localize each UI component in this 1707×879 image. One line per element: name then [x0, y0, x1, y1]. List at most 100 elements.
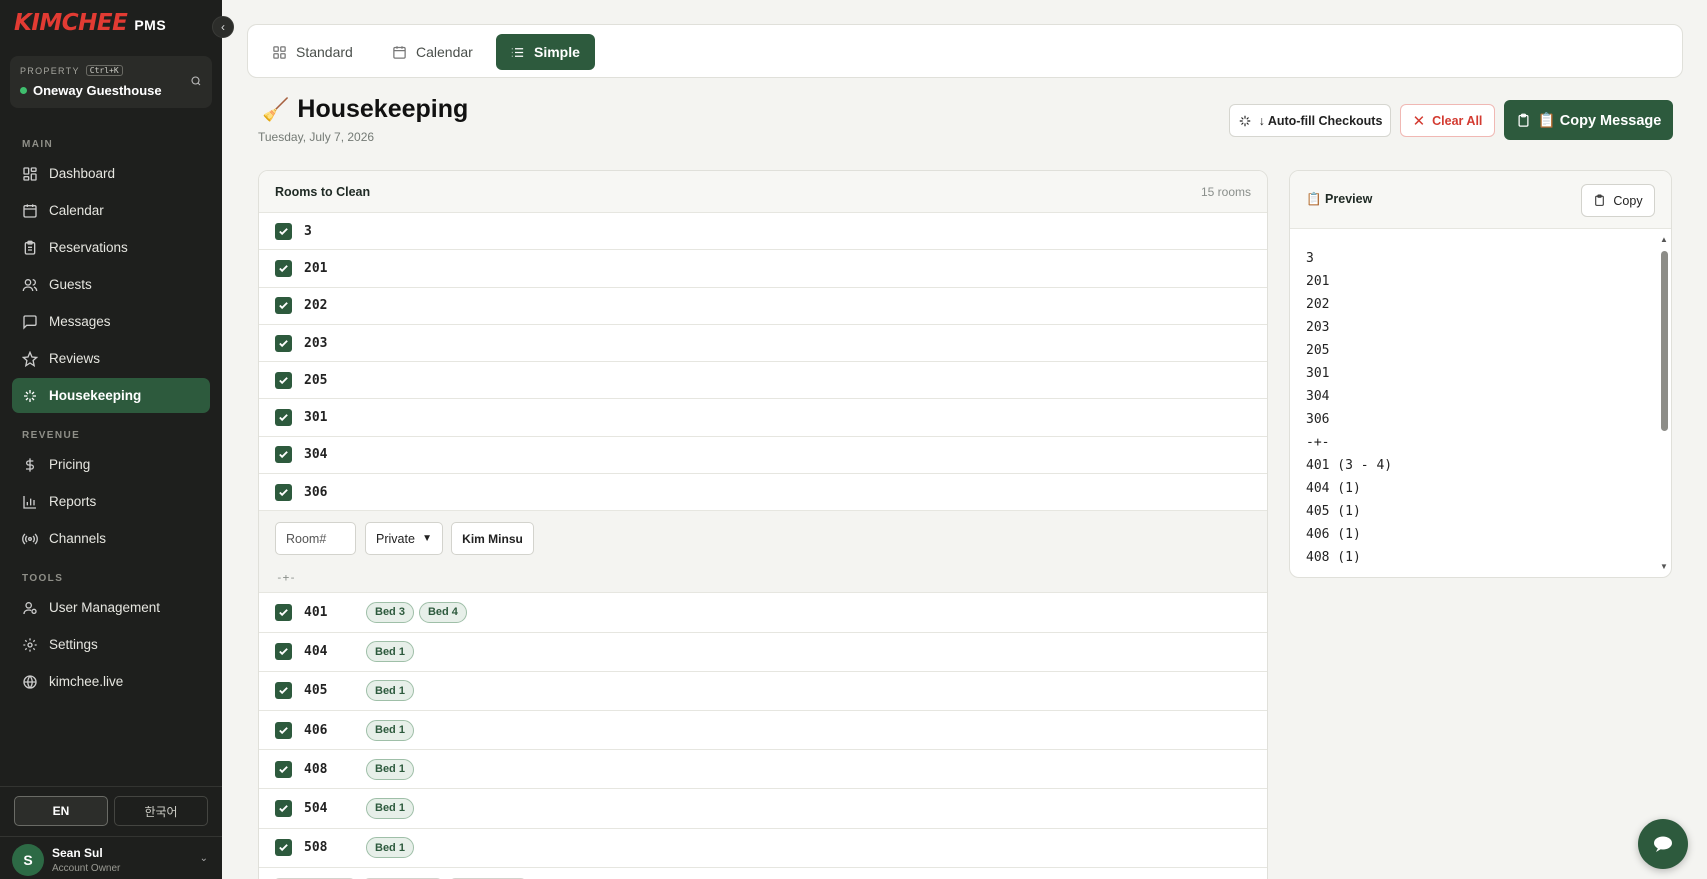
sidebar-item-reports[interactable]: Reports — [12, 484, 210, 519]
room-checkbox[interactable] — [275, 682, 292, 700]
bed-tag[interactable]: Bed 1 — [366, 719, 414, 741]
room-checkbox[interactable] — [275, 446, 292, 464]
room-checkbox[interactable] — [275, 760, 292, 778]
room-checkbox[interactable] — [275, 371, 292, 389]
bed-tag[interactable]: Bed 1 — [366, 641, 414, 663]
search-icon[interactable] — [190, 75, 202, 87]
sidebar-item-label: Dashboard — [49, 166, 116, 181]
sidebar-item-messages[interactable]: Messages — [12, 304, 210, 339]
add-room-row: Room# Private ▼ Kim Minsu -+- — [259, 511, 1267, 594]
sidebar-item-label: Reports — [49, 494, 97, 509]
scroll-up-icon[interactable]: ▲ — [1660, 235, 1668, 244]
sidebar-item-pricing[interactable]: Pricing — [12, 447, 210, 482]
chat-icon — [1654, 836, 1672, 852]
sidebar-item-dashboard[interactable]: Dashboard — [12, 156, 210, 191]
room-checkbox[interactable] — [275, 799, 292, 817]
sidebar-item-settings[interactable]: Settings — [12, 627, 210, 662]
room-row[interactable]: 202 — [259, 288, 1267, 325]
property-switcher[interactable]: PROPERTY Ctrl+K Oneway Guesthouse — [10, 56, 212, 108]
tab-standard[interactable]: Standard — [258, 34, 367, 70]
room-checkbox[interactable] — [275, 643, 292, 661]
preview-scrollbar[interactable]: ▲ ▼ — [1659, 235, 1669, 571]
room-checkbox[interactable] — [275, 297, 292, 315]
nav-section-tools: TOOLS — [22, 573, 64, 584]
room-number: 404 — [304, 644, 328, 660]
property-name-row: Oneway Guesthouse — [20, 83, 162, 98]
room-checkbox[interactable] — [275, 483, 292, 501]
room-checkbox[interactable] — [275, 259, 292, 277]
tab-calendar[interactable]: Calendar — [378, 34, 487, 70]
checkmark-icon — [279, 805, 288, 812]
checkmark-icon — [279, 687, 288, 695]
grid-icon — [23, 166, 37, 181]
room-row[interactable]: 401 Bed 3 Bed 4 — [259, 593, 1267, 633]
clear-label: Clear All — [1432, 113, 1483, 128]
checkmark-icon — [279, 844, 288, 852]
room-number: 406 — [304, 722, 328, 738]
lang-en-button[interactable]: EN — [14, 796, 108, 826]
scrollbar-thumb[interactable] — [1661, 251, 1668, 431]
room-row[interactable]: 301 — [259, 399, 1267, 437]
bed-tag[interactable]: Bed 3 — [366, 601, 414, 623]
room-checkbox[interactable] — [275, 334, 292, 352]
room-row[interactable]: 405 Bed 1 — [259, 672, 1267, 711]
sidebar-item-channels[interactable]: Channels — [12, 521, 210, 556]
room-row[interactable]: 408 Bed 1 — [259, 750, 1267, 790]
bed-tag[interactable]: Bed 1 — [366, 680, 414, 702]
room-checkbox[interactable] — [275, 603, 292, 621]
copy-message-button[interactable]: 📋 Copy Message — [1504, 100, 1673, 140]
checkmark-icon — [279, 302, 288, 310]
clear-all-button[interactable]: ✕ Clear All — [1400, 104, 1495, 137]
sidebar-item-label: kimchee.live — [49, 674, 124, 689]
room-row[interactable]: 3 — [259, 213, 1267, 251]
room-row[interactable]: 508 Bed 1 — [259, 829, 1267, 868]
calendar-icon — [393, 45, 406, 59]
property-label-row: PROPERTY Ctrl+K — [20, 65, 123, 76]
room-row[interactable]: 404 Bed 1 — [259, 633, 1267, 672]
room-checkbox[interactable] — [275, 409, 292, 427]
sidebar-item-kimchee-live[interactable]: kimchee.live — [12, 664, 210, 699]
room-row[interactable]: 406 Bed 1 — [259, 711, 1267, 751]
room-row[interactable]: 203 — [259, 325, 1267, 363]
sidebar-item-calendar[interactable]: Calendar — [12, 193, 210, 228]
sidebar-item-reviews[interactable]: Reviews — [12, 341, 210, 376]
sidebar-item-guests[interactable]: Guests — [12, 267, 210, 302]
lang-ko-button[interactable]: 한국어 — [114, 796, 208, 826]
room-row[interactable]: 205 — [259, 362, 1267, 400]
room-row[interactable]: 306 — [259, 474, 1267, 512]
sidebar-item-reservations[interactable]: Reservations — [12, 230, 210, 265]
room-checkbox[interactable] — [275, 721, 292, 739]
autofill-checkouts-button[interactable]: ↓ Auto-fill Checkouts — [1229, 104, 1391, 137]
preview-line: 202 — [1306, 297, 1330, 312]
copy-message-label: 📋 Copy Message — [1537, 112, 1662, 129]
section-separator: -+- — [276, 571, 296, 585]
bed-tags: Bed 1 — [366, 719, 419, 741]
room-checkbox[interactable] — [275, 839, 292, 857]
tab-label: Simple — [534, 44, 580, 60]
room-row[interactable]: 304 — [259, 437, 1267, 475]
brand-logo[interactable]: KIMCHEE PMS — [14, 10, 166, 36]
user-menu[interactable]: S Sean Sul Account Owner ⌄ — [0, 836, 222, 879]
bed-tag[interactable]: Bed 1 — [366, 837, 414, 859]
tab-simple[interactable]: Simple — [496, 34, 595, 70]
room-type-select[interactable]: Private ▼ — [365, 522, 443, 556]
preview-line: 404 (1) — [1306, 481, 1361, 496]
sidebar-item-user-management[interactable]: User Management — [12, 590, 210, 625]
scroll-down-icon[interactable]: ▼ — [1660, 562, 1668, 571]
preview-copy-button[interactable]: Copy — [1581, 184, 1655, 217]
staff-button[interactable]: Kim Minsu — [451, 522, 534, 556]
bed-tag[interactable]: Bed 1 — [366, 758, 414, 780]
collapse-sidebar-icon[interactable]: ‹ — [212, 16, 234, 38]
room-number: 203 — [304, 335, 328, 351]
preview-text[interactable]: 3 201 202 203 205 301 304 306 -+- 401 (3 - 4) 404 … — [1306, 247, 1392, 569]
star-icon — [22, 350, 38, 367]
chat-button[interactable] — [1638, 819, 1688, 869]
room-row[interactable]: 504 Bed 1 — [259, 789, 1267, 829]
room-checkbox[interactable] — [275, 222, 292, 240]
room-number-input[interactable]: Room# — [275, 522, 356, 556]
bed-tag[interactable]: Bed 4 — [418, 601, 467, 623]
bed-tag[interactable]: Bed 1 — [366, 797, 414, 819]
sidebar-item-housekeeping[interactable]: Housekeeping — [12, 378, 210, 413]
room-row[interactable]: 201 — [259, 250, 1267, 288]
room-number: 201 — [304, 260, 328, 276]
